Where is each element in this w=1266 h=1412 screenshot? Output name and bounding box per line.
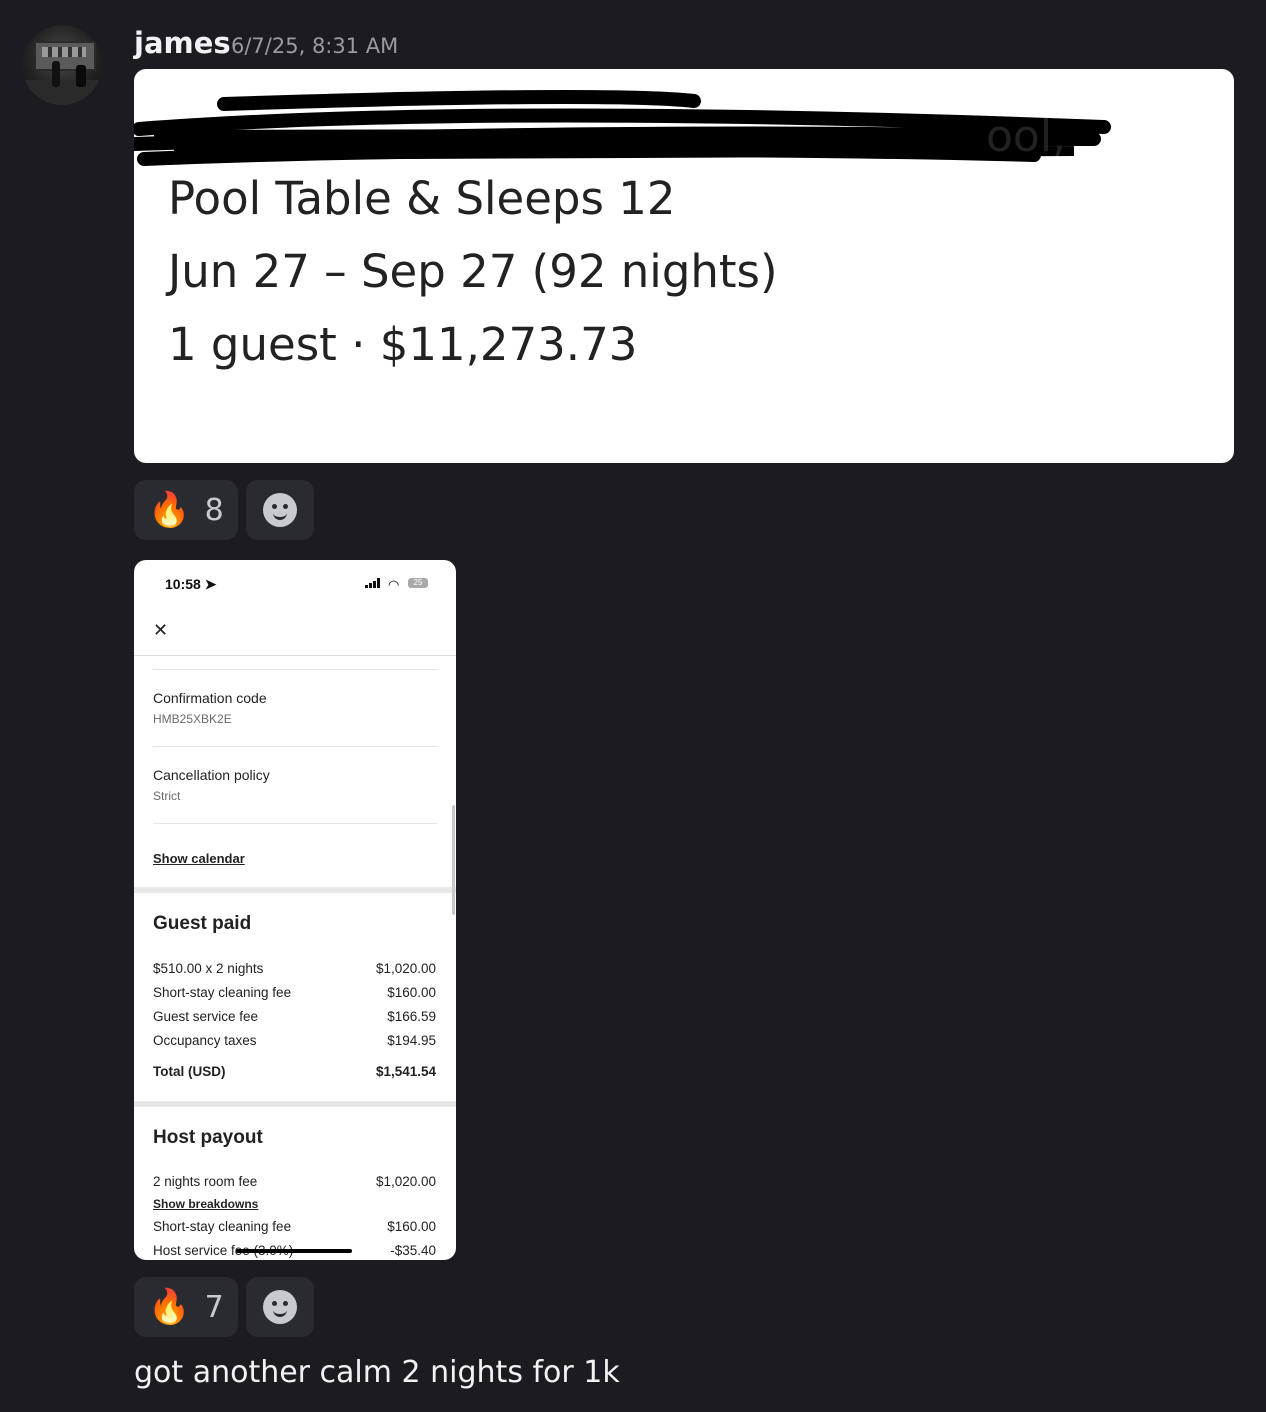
- message-text: got another calm 2 nights for 1k: [134, 1355, 620, 1390]
- attachment-image-screenshot[interactable]: 10:58 ➤ ◠ 25 ✕ Confirmation code HMB25XB…: [134, 560, 456, 1260]
- signal-icon: [365, 578, 380, 588]
- reaction-fire[interactable]: 🔥 8: [134, 480, 238, 540]
- avatar-person: [76, 65, 86, 87]
- close-icon[interactable]: ✕: [153, 620, 168, 641]
- payout-row: 2 nights room fee $1,020.00: [153, 1174, 436, 1189]
- wifi-icon: ◠: [388, 577, 400, 592]
- message-timestamp: 6/7/25, 8:31 AM: [231, 34, 399, 58]
- username[interactable]: james: [134, 26, 231, 60]
- svg-text:ool,: ool,: [986, 111, 1066, 162]
- price-row: Short-stay cleaning fee $160.00: [153, 985, 436, 1000]
- listing-guests-price: 1 guest · $11,273.73: [168, 318, 638, 371]
- add-reaction-button[interactable]: [246, 480, 314, 540]
- reaction-count: 7: [204, 1289, 224, 1325]
- total-row: Total (USD) $1,541.54: [153, 1064, 436, 1079]
- fire-emoji: 🔥: [148, 1287, 191, 1327]
- price-row: Guest service fee $166.59: [153, 1009, 436, 1024]
- price-row: $510.00 x 2 nights $1,020.00: [153, 961, 436, 976]
- reaction-count: 8: [204, 492, 224, 528]
- smiley-icon: [263, 493, 297, 527]
- reaction-fire[interactable]: 🔥 7: [134, 1277, 238, 1337]
- price-row: Occupancy taxes $194.95: [153, 1033, 436, 1048]
- smiley-icon: [263, 1290, 297, 1324]
- divider: [153, 746, 437, 747]
- scrollbar[interactable]: [452, 805, 455, 915]
- avatar[interactable]: [22, 25, 102, 105]
- show-breakdowns-link[interactable]: Show breakdowns: [153, 1197, 258, 1211]
- redaction-line: [236, 1249, 352, 1253]
- status-time: 10:58 ➤: [165, 576, 217, 592]
- fire-emoji: 🔥: [148, 490, 191, 530]
- cancellation-label: Cancellation policy: [153, 767, 270, 783]
- host-payout-title: Host payout: [153, 1127, 263, 1148]
- listing-title: Pool Table & Sleeps 12: [168, 172, 676, 225]
- section-divider: [134, 1101, 456, 1107]
- divider: [153, 669, 437, 670]
- avatar-ground: [22, 80, 102, 105]
- listing-dates: Jun 27 – Sep 27 (92 nights): [168, 245, 778, 298]
- avatar-person: [52, 61, 60, 87]
- avatar-building: [34, 41, 96, 71]
- confirmation-label: Confirmation code: [153, 690, 267, 706]
- cancellation-policy: Strict: [153, 789, 181, 803]
- divider: [153, 823, 437, 824]
- guest-paid-title: Guest paid: [153, 913, 252, 934]
- divider: [134, 655, 456, 656]
- payout-row: Short-stay cleaning fee $160.00: [153, 1219, 436, 1234]
- show-calendar-link[interactable]: Show calendar: [153, 851, 245, 866]
- section-divider: [134, 887, 456, 893]
- add-reaction-button[interactable]: [246, 1277, 314, 1337]
- confirmation-code: HMB25XBK2E: [153, 712, 232, 726]
- attachment-image-listing[interactable]: ool, Pool Table & Sleeps 12 Jun 27 – Sep…: [134, 69, 1234, 463]
- battery-icon: 25: [408, 578, 428, 588]
